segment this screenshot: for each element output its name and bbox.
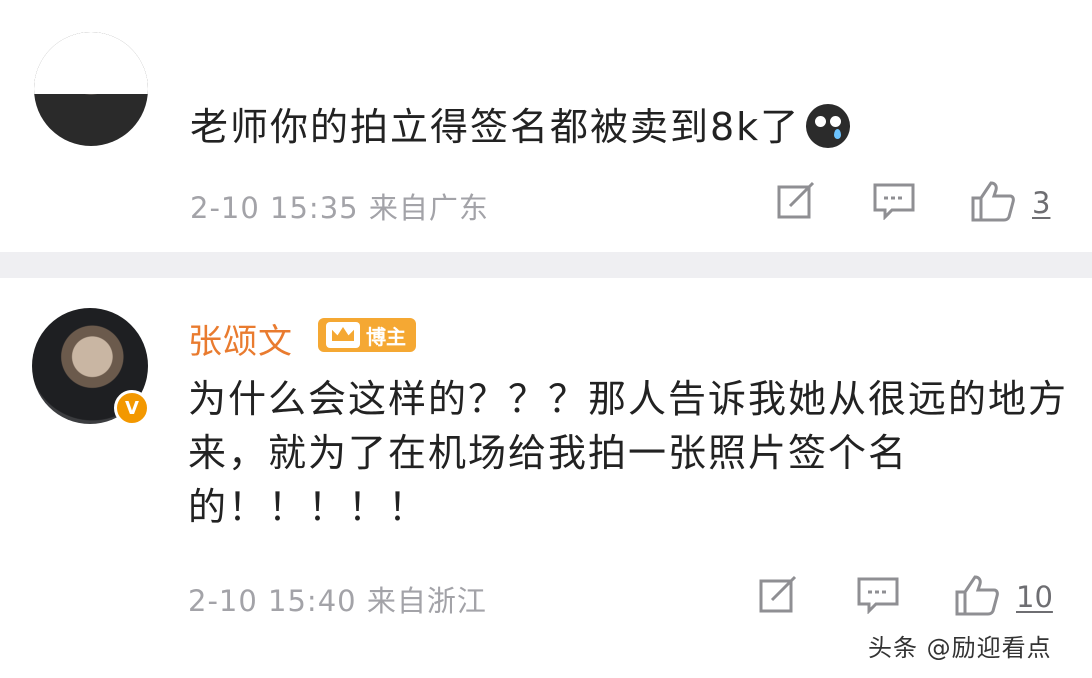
- thumbs-up-icon: [955, 575, 999, 616]
- repost-button[interactable]: [758, 574, 798, 614]
- comment-text: 老师你的拍立得签名都被卖到8k了: [190, 100, 851, 154]
- comment-meta: 2-10 15:35 来自广东: [190, 191, 489, 225]
- host-badge-label: 博主: [366, 324, 406, 349]
- host-badge: 博主: [318, 318, 416, 352]
- like-count: 10: [1016, 580, 1053, 614]
- thumbs-up-icon: [971, 181, 1015, 222]
- repost-icon: [777, 181, 815, 219]
- like-count: 3: [1032, 186, 1051, 220]
- crying-face-icon: [806, 103, 851, 148]
- comment-icon: [873, 183, 915, 220]
- repost-button[interactable]: [776, 180, 816, 220]
- reply-button[interactable]: [872, 182, 916, 220]
- repost-icon: [759, 575, 797, 613]
- like-button[interactable]: [970, 180, 1016, 222]
- comment-text-content: 老师你的拍立得签名都被卖到8k了: [190, 105, 801, 149]
- comment-icon: [857, 577, 899, 614]
- like-button[interactable]: [954, 574, 1000, 616]
- comment-text: 为什么会这样的？？？那人告诉我她从很远的地方来，就为了在机场给我拍一张照片签个名…: [188, 377, 1069, 529]
- watermark: 头条 @励迎看点: [868, 634, 1052, 662]
- comment-card-1: 老师你的拍立得签名都被卖到8k了 2-10 15:35 来自广东 3: [0, 0, 1092, 252]
- avatar[interactable]: [34, 32, 148, 146]
- username[interactable]: 张颂文: [188, 314, 293, 363]
- reply-button[interactable]: [856, 576, 900, 614]
- verified-badge-icon: V: [114, 390, 150, 426]
- divider: [0, 252, 1092, 278]
- crown-icon: [326, 322, 360, 348]
- comment-meta: 2-10 15:40 来自浙江: [188, 584, 487, 618]
